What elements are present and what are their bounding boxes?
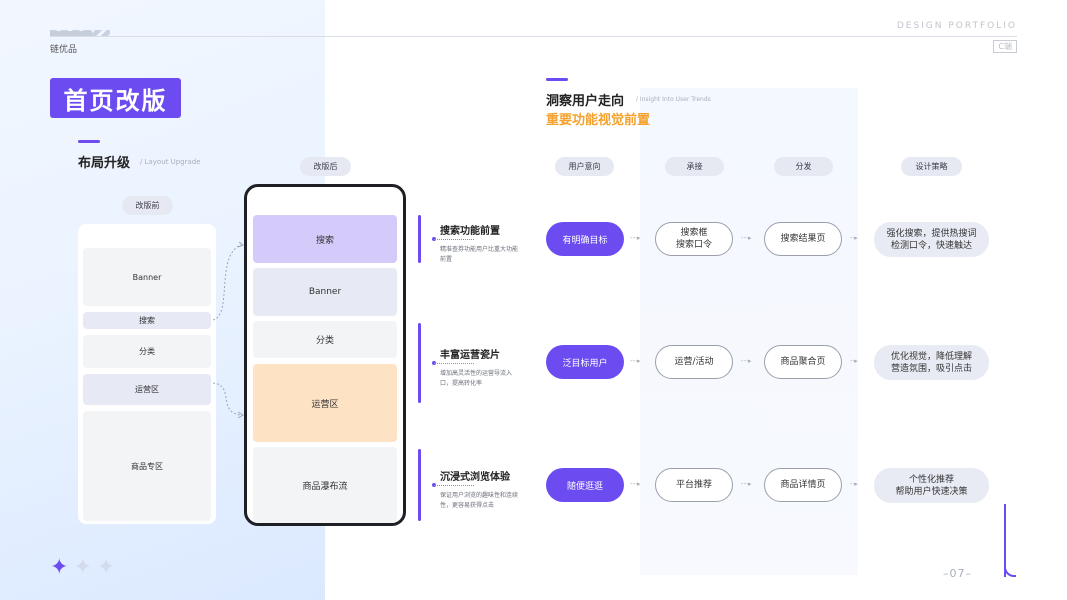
platform-badge: C端 bbox=[993, 40, 1017, 53]
before-block-search: 搜索 bbox=[83, 312, 211, 329]
before-block-banner: Banner bbox=[83, 248, 211, 306]
insight-highlight: 重要功能视觉前置 bbox=[546, 113, 651, 128]
brand-name: 链优品 bbox=[50, 45, 78, 55]
carry-node-1: 搜索框 搜索口令 bbox=[655, 222, 733, 256]
strategy-node-2: 优化视觉，降低理解 营造氛围，吸引点击 bbox=[874, 345, 989, 380]
feature-dotline-2 bbox=[434, 363, 474, 364]
arrow-icon: - - - bbox=[741, 480, 751, 488]
carry-node-2: 运营/活动 bbox=[655, 345, 733, 379]
page-number: –07– bbox=[943, 567, 972, 580]
insight-subtitle: / Insight Into User Trends bbox=[636, 96, 711, 103]
arrow-icon: - - bbox=[850, 480, 857, 488]
arrow-icon: - - bbox=[850, 357, 857, 365]
arrow-icon: - - - bbox=[630, 234, 640, 242]
feature-dotline-1 bbox=[434, 239, 474, 240]
feature-title-2: 丰富运营瓷片 bbox=[440, 350, 500, 361]
header-divider bbox=[50, 36, 1017, 37]
carry-node-3: 平台推荐 bbox=[655, 468, 733, 502]
strategy-node-1: 强化搜索，提供热搜词 检测口令，快速触达 bbox=[874, 222, 989, 257]
after-block-operations: 运营区 bbox=[253, 364, 397, 442]
before-block-operations: 运营区 bbox=[83, 374, 211, 405]
feature-desc-2: 增加高灵活性的运营导流入口，提高转化率 bbox=[440, 370, 513, 387]
intent-node-1: 有明确目标 bbox=[546, 222, 624, 256]
column-header-carry: 承接 bbox=[665, 157, 724, 176]
feature-dotline-3 bbox=[434, 485, 474, 486]
after-block-search: 搜索 bbox=[253, 215, 397, 263]
section-accent-bar bbox=[78, 140, 100, 143]
insight-accent-bar bbox=[546, 78, 568, 81]
page-title: 首页改版 bbox=[50, 78, 181, 118]
feature-desc-1: 精准查券功能用户比重大功能前置 bbox=[440, 246, 519, 263]
distribute-node-3: 商品详情页 bbox=[764, 468, 842, 502]
arrow-icon: - - - bbox=[741, 234, 751, 242]
after-label: 改版后 bbox=[300, 157, 351, 176]
feature-title-1: 搜索功能前置 bbox=[440, 226, 500, 237]
sparkle-icon: ✦ bbox=[96, 555, 121, 580]
intent-node-2: 泛目标用户 bbox=[546, 345, 624, 379]
sparkle-decoration: ✦✦✦ bbox=[50, 555, 120, 580]
before-label: 改版前 bbox=[122, 196, 173, 215]
column-header-strategy: 设计策略 bbox=[901, 157, 962, 176]
after-block-banner: Banner bbox=[253, 268, 397, 316]
layout-section-subtitle: / Layout Upgrade bbox=[140, 158, 201, 166]
insight-title: 洞察用户走向 bbox=[546, 94, 625, 109]
after-block-products: 商品瀑布流 bbox=[253, 447, 397, 523]
sparkle-icon: ✦ bbox=[73, 555, 97, 580]
arrow-icon: - - bbox=[850, 234, 857, 242]
after-block-category: 分类 bbox=[253, 321, 397, 358]
feature-title-3: 沉浸式浏览体验 bbox=[440, 472, 510, 483]
intent-node-3: 随便逛逛 bbox=[546, 468, 624, 502]
distribute-node-2: 商品聚合页 bbox=[764, 345, 842, 379]
arrow-icon: - - - bbox=[741, 357, 751, 365]
feature-desc-3: 保证用户浏览的趣味性和连续性，更容易获得点击 bbox=[440, 492, 519, 509]
layout-section-title: 布局升级 bbox=[78, 156, 131, 171]
column-header-distribute: 分发 bbox=[774, 157, 833, 176]
strategy-node-3: 个性化推荐 帮助用户快速决策 bbox=[874, 468, 989, 503]
arrow-icon: - - - bbox=[630, 480, 640, 488]
arrow-icon: - - - bbox=[630, 357, 640, 365]
sparkle-icon: ✦ bbox=[50, 555, 74, 580]
feature-bar-3 bbox=[418, 449, 421, 521]
distribute-node-1: 搜索结果页 bbox=[764, 222, 842, 256]
feature-bar-1 bbox=[418, 215, 421, 263]
before-block-products: 商品专区 bbox=[83, 411, 211, 521]
portfolio-label: DESIGN PORTFOLIO bbox=[896, 21, 1017, 31]
before-block-category: 分类 bbox=[83, 335, 211, 368]
feature-bar-2 bbox=[418, 323, 421, 403]
column-header-intent: 用户意向 bbox=[555, 157, 614, 176]
